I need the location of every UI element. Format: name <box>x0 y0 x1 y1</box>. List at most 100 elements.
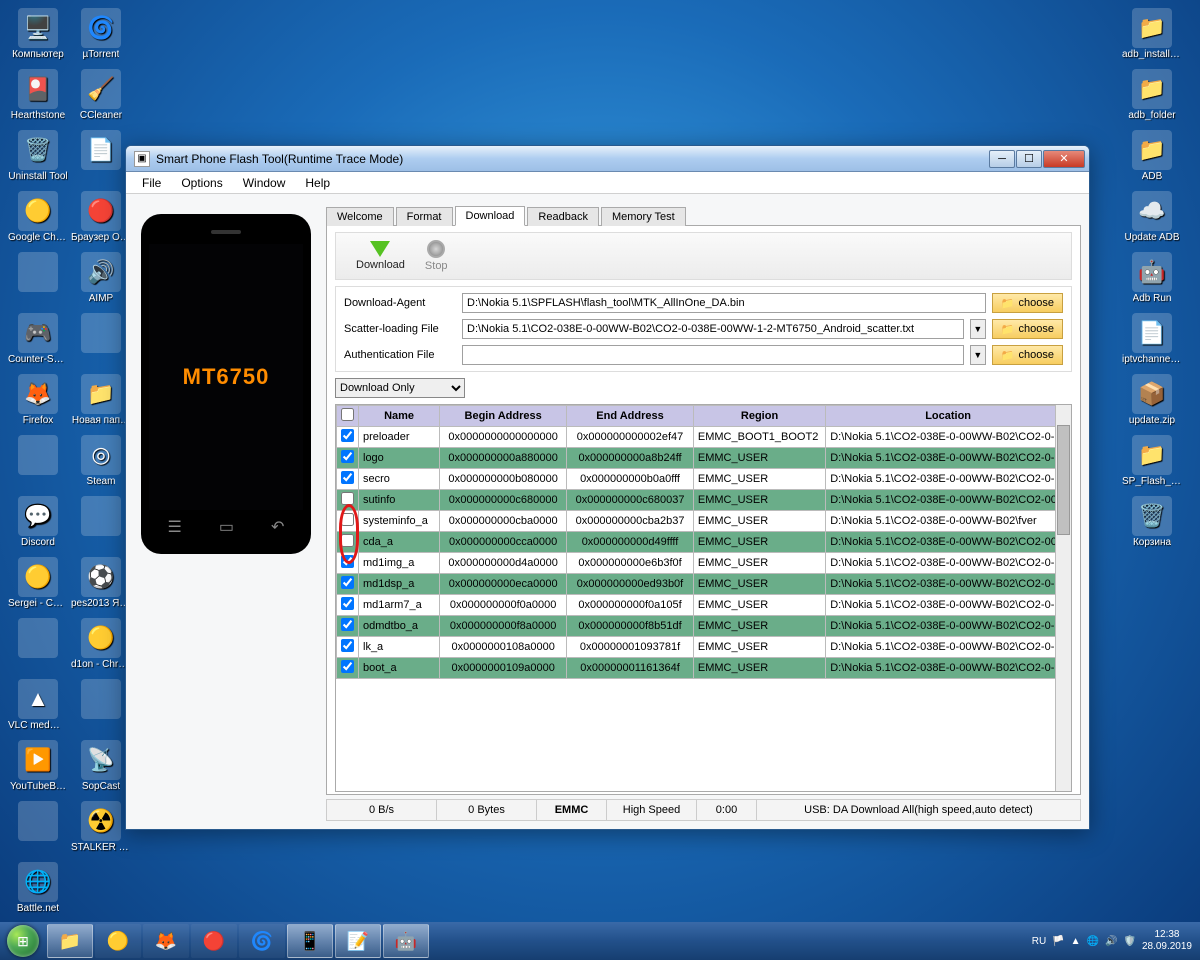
desktop-icon[interactable]: 🌀µTorrent <box>71 5 131 63</box>
table-row[interactable]: cda_a 0x000000000cca0000 0x000000000d49f… <box>337 532 1071 553</box>
table-row[interactable]: md1img_a 0x000000000d4a0000 0x000000000e… <box>337 553 1071 574</box>
desktop-icon[interactable] <box>8 432 68 490</box>
desktop-icon[interactable]: 🔴Браузер Opera <box>71 188 131 246</box>
tray-lang[interactable]: RU <box>1032 936 1046 947</box>
start-button[interactable]: ⊞ <box>0 922 46 960</box>
auth-choose-button[interactable]: choose <box>992 345 1063 365</box>
close-button[interactable]: ✕ <box>1043 150 1085 168</box>
row-check[interactable] <box>341 639 354 652</box>
table-row[interactable]: preloader 0x0000000000000000 0x000000000… <box>337 427 1071 448</box>
tray-network-icon[interactable]: 🌐 <box>1087 936 1099 947</box>
desktop-icon[interactable]: 🟡Google Chrome <box>8 188 68 246</box>
taskbar-spflash[interactable]: 📱 <box>287 924 333 958</box>
row-check[interactable] <box>341 597 354 610</box>
da-input[interactable] <box>462 293 986 313</box>
desktop-icon[interactable]: ◎Steam <box>71 432 131 490</box>
desktop-icon[interactable]: 🎮Counter-S… Global Of… <box>8 310 68 368</box>
taskbar[interactable]: ⊞ 📁 🟡 🦊 🔴 🌀 📱 📝 🤖 RU 🏳️ ▲ 🌐 🔊 🛡️ 12:38 2… <box>0 922 1200 960</box>
tab-memorytest[interactable]: Memory Test <box>601 207 686 226</box>
desktop-icon[interactable]: 📁ADB <box>1122 127 1182 185</box>
stop-button[interactable]: Stop <box>425 240 448 272</box>
scatter-dropdown-button[interactable]: ▼ <box>970 319 986 339</box>
desktop-icon[interactable]: 🤖Adb Run <box>1122 249 1182 307</box>
menu-help[interactable]: Help <box>295 174 340 192</box>
tab-format[interactable]: Format <box>396 207 453 226</box>
desktop-icon[interactable]: 📁Новая пап… <box>71 371 131 429</box>
table-row[interactable]: sutinfo 0x000000000c680000 0x000000000c6… <box>337 490 1071 511</box>
desktop-icon[interactable]: ☁️Update ADB <box>1122 188 1182 246</box>
taskbar-chrome[interactable]: 🟡 <box>95 924 141 958</box>
da-choose-button[interactable]: choose <box>992 293 1063 313</box>
desktop-icon[interactable]: 📁adb_installe… <box>1122 5 1182 63</box>
desktop-icon[interactable]: 📄 <box>71 127 131 185</box>
desktop-icon[interactable]: 🧹CCleaner <box>71 66 131 124</box>
col-begin[interactable]: Begin Address <box>440 406 567 427</box>
row-check[interactable] <box>341 660 354 673</box>
system-tray[interactable]: RU 🏳️ ▲ 🌐 🔊 🛡️ 12:38 28.09.2019 <box>1024 929 1200 953</box>
desktop-icon[interactable] <box>8 249 68 307</box>
taskbar-opera[interactable]: 🔴 <box>191 924 237 958</box>
minimize-button[interactable]: ─ <box>989 150 1015 168</box>
taskbar-utorrent[interactable]: 🌀 <box>239 924 285 958</box>
table-row[interactable]: systeminfo_a 0x000000000cba0000 0x000000… <box>337 511 1071 532</box>
col-name[interactable]: Name <box>359 406 440 427</box>
row-check[interactable] <box>341 576 354 589</box>
tab-download[interactable]: Download <box>455 206 526 226</box>
col-location[interactable]: Location <box>826 406 1071 427</box>
row-check[interactable] <box>341 450 354 463</box>
tray-clock[interactable]: 12:38 28.09.2019 <box>1142 929 1192 953</box>
desktop-icon[interactable]: ▲VLC med… player <box>8 676 68 734</box>
desktop-icon[interactable]: 📄iptvchannels (1).m3u <box>1122 310 1182 368</box>
desktop-icon[interactable]: 🎴Hearthstone <box>8 66 68 124</box>
row-check[interactable] <box>341 513 354 526</box>
row-check[interactable] <box>341 471 354 484</box>
col-check[interactable] <box>337 406 359 427</box>
desktop-icon[interactable]: 🗑️Корзина <box>1122 493 1182 551</box>
download-button[interactable]: Download <box>356 241 405 271</box>
desktop-icon[interactable]: 🖥️Компьютер <box>8 5 68 63</box>
scatter-input[interactable] <box>462 319 964 339</box>
table-row[interactable]: md1arm7_a 0x000000000f0a0000 0x000000000… <box>337 595 1071 616</box>
menu-file[interactable]: File <box>132 174 171 192</box>
row-check[interactable] <box>341 555 354 568</box>
desktop-icon[interactable]: 🌐Battle.net <box>8 859 68 917</box>
table-row[interactable]: logo 0x000000000a880000 0x000000000a8b24… <box>337 448 1071 469</box>
desktop-icon[interactable]: ☢️STALKER Shadow … <box>71 798 131 856</box>
scatter-choose-button[interactable]: choose <box>992 319 1063 339</box>
table-row[interactable]: md1dsp_a 0x000000000eca0000 0x000000000e… <box>337 574 1071 595</box>
row-check[interactable] <box>341 429 354 442</box>
table-row[interactable]: odmdtbo_a 0x000000000f8a0000 0x000000000… <box>337 616 1071 637</box>
tab-readback[interactable]: Readback <box>527 207 599 226</box>
desktop-icon[interactable] <box>71 310 131 368</box>
table-row[interactable]: boot_a 0x0000000109a0000 0x0000000116136… <box>337 658 1071 679</box>
table-row[interactable]: lk_a 0x0000000108a0000 0x00000001093781f… <box>337 637 1071 658</box>
menu-options[interactable]: Options <box>171 174 232 192</box>
tray-sound-icon[interactable]: 🔊 <box>1105 936 1117 947</box>
row-check[interactable] <box>341 618 354 631</box>
maximize-button[interactable]: ☐ <box>1016 150 1042 168</box>
desktop-icon[interactable]: 🟡d1on - Chrome <box>71 615 131 673</box>
col-region[interactable]: Region <box>693 406 825 427</box>
tray-flag-icon[interactable]: 🏳️ <box>1052 936 1064 947</box>
taskbar-firefox[interactable]: 🦊 <box>143 924 189 958</box>
taskbar-adb[interactable]: 🤖 <box>383 924 429 958</box>
tab-welcome[interactable]: Welcome <box>326 207 394 226</box>
desktop-icon[interactable]: 📦update.zip <box>1122 371 1182 429</box>
desktop-icon[interactable]: 🟡Sergei - Chrome <box>8 554 68 612</box>
table-row[interactable]: secro 0x000000000b080000 0x000000000b0a0… <box>337 469 1071 490</box>
desktop-icon[interactable] <box>8 798 68 856</box>
auth-dropdown-button[interactable]: ▼ <box>970 345 986 365</box>
desktop-icon[interactable]: ▶️YouTubeB… <box>8 737 68 795</box>
desktop-icon[interactable]: 🦊Firefox <box>8 371 68 429</box>
row-check[interactable] <box>341 492 354 505</box>
desktop-icon[interactable] <box>71 676 131 734</box>
desktop-icon[interactable] <box>71 493 131 551</box>
taskbar-explorer[interactable]: 📁 <box>47 924 93 958</box>
table-scrollbar[interactable] <box>1055 405 1071 791</box>
desktop-icon[interactable]: 📡SopCast <box>71 737 131 795</box>
titlebar[interactable]: ▣ Smart Phone Flash Tool(Runtime Trace M… <box>126 146 1089 172</box>
tray-up-icon[interactable]: ▲ <box>1071 936 1081 947</box>
download-mode-select[interactable]: Download Only <box>335 378 465 398</box>
desktop-icon[interactable]: 🔊AIMP <box>71 249 131 307</box>
desktop-icon[interactable] <box>8 615 68 673</box>
